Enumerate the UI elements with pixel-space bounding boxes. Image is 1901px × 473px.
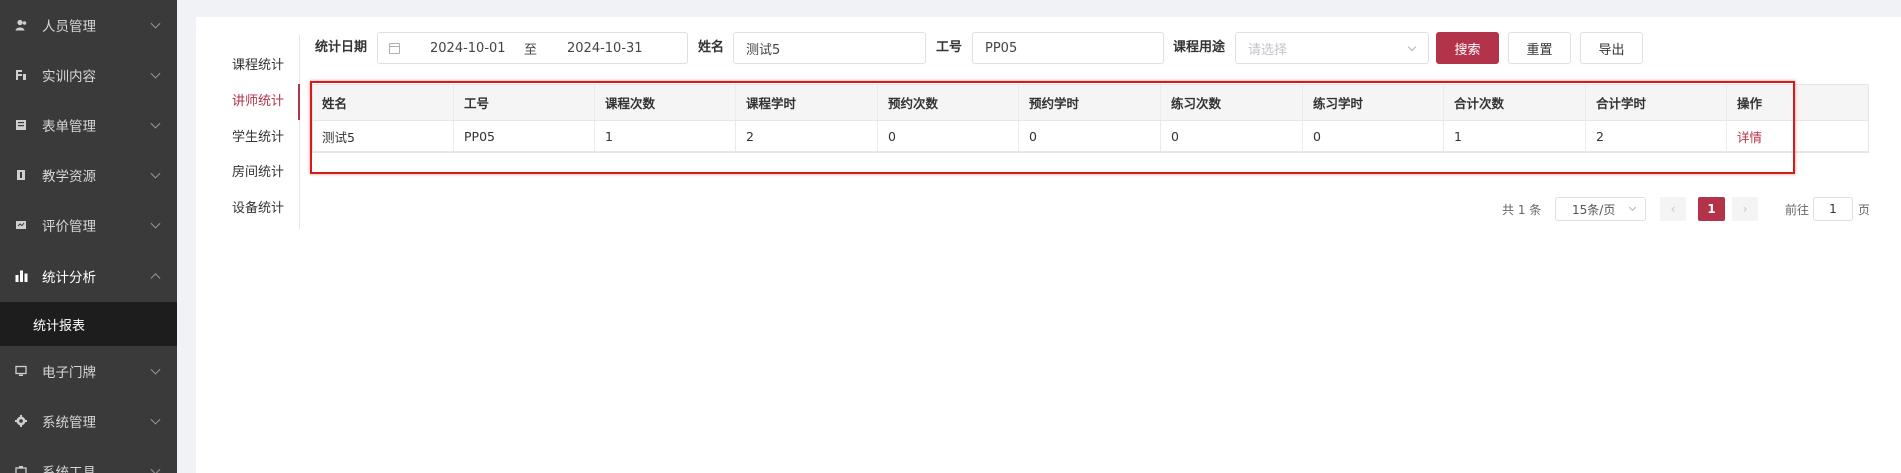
submenu-item-stat-report[interactable]: 统计报表 xyxy=(0,302,177,346)
sidebar: 人员管理 实训内容 表单管理 教学资源 评价管理 统计分析 统计报表 电子门牌 … xyxy=(0,0,177,473)
menu-item-resources[interactable]: 教学资源 xyxy=(0,150,177,200)
calendar-icon xyxy=(389,42,400,54)
name-value: 测试5 xyxy=(746,42,781,58)
menu-label: 系统管理 xyxy=(42,415,96,431)
user-icon xyxy=(14,18,28,32)
content-icon xyxy=(14,68,28,82)
subnav-room-stat[interactable]: 房间统计 xyxy=(232,155,300,191)
job-number-value: PP05 xyxy=(985,40,1018,56)
menu-label: 实训内容 xyxy=(42,69,96,85)
date-label: 统计日期 xyxy=(315,40,368,55)
name-input[interactable]: 测试5 xyxy=(733,32,926,64)
menu-item-evaluation[interactable]: 评价管理 xyxy=(0,200,177,250)
submenu-label: 统计报表 xyxy=(33,318,86,334)
menu-item-tools[interactable]: 系统工具 xyxy=(0,446,177,473)
form-icon xyxy=(14,118,28,132)
chevron-up-icon xyxy=(150,273,161,284)
subnav-student-stat[interactable]: 学生统计 xyxy=(232,120,300,156)
resource-icon xyxy=(14,168,28,182)
chevron-down-icon xyxy=(1628,203,1637,212)
page-number-current[interactable]: 1 xyxy=(1698,197,1725,221)
goto-page-input[interactable]: 1 xyxy=(1813,197,1853,221)
chevron-left-icon: ‹ xyxy=(1670,202,1676,216)
export-button[interactable]: 导出 xyxy=(1580,32,1643,64)
page-size-select[interactable]: 15条/页 xyxy=(1555,197,1646,221)
monitor-icon xyxy=(14,364,28,378)
chevron-down-icon xyxy=(150,414,161,425)
menu-item-door-sign[interactable]: 电子门牌 xyxy=(0,346,177,396)
menu-item-system[interactable]: 系统管理 xyxy=(0,396,177,446)
menu-label: 人员管理 xyxy=(42,19,96,35)
menu-label: 表单管理 xyxy=(42,119,96,135)
date-end[interactable]: 2024-10-31 xyxy=(567,41,643,56)
bar-chart-icon xyxy=(14,269,28,283)
goto-prefix: 前往 xyxy=(1785,202,1810,217)
date-start[interactable]: 2024-10-01 xyxy=(430,41,506,56)
next-page-button[interactable]: › xyxy=(1732,197,1758,221)
chevron-down-icon xyxy=(150,364,161,375)
job-number-input[interactable]: PP05 xyxy=(972,32,1164,64)
chevron-down-icon xyxy=(150,118,161,129)
menu-label: 评价管理 xyxy=(42,219,96,235)
pagination-total: 共 1 条 xyxy=(1502,202,1542,217)
evaluate-icon xyxy=(14,218,28,232)
usage-select[interactable]: 请选择 xyxy=(1235,32,1429,64)
highlight-annotation xyxy=(310,81,1795,174)
stat-subnav: 课程统计 讲师统计 学生统计 房间统计 设备统计 xyxy=(196,35,300,229)
chevron-down-icon xyxy=(150,464,161,473)
usage-label: 课程用途 xyxy=(1173,40,1226,55)
job-number-label: 工号 xyxy=(936,40,963,55)
chevron-down-icon xyxy=(150,218,161,229)
date-range-picker[interactable]: 2024-10-01 至 2024-10-31 xyxy=(377,32,688,64)
search-button[interactable]: 搜索 xyxy=(1436,32,1499,64)
subnav-lecturer-stat[interactable]: 讲师统计 xyxy=(232,84,300,120)
tool-icon xyxy=(14,464,28,473)
menu-item-statistics[interactable]: 统计分析 xyxy=(0,251,177,301)
gear-icon xyxy=(14,414,28,428)
menu-label: 统计分析 xyxy=(42,270,96,286)
active-indicator xyxy=(298,84,300,120)
menu-label: 教学资源 xyxy=(42,169,96,185)
prev-page-button[interactable]: ‹ xyxy=(1660,197,1686,221)
usage-placeholder: 请选择 xyxy=(1248,42,1288,58)
chevron-down-icon xyxy=(150,168,161,179)
menu-label: 电子门牌 xyxy=(42,365,96,381)
page-size-value: 15条/页 xyxy=(1572,202,1616,217)
chevron-down-icon xyxy=(150,68,161,79)
chevron-down-icon xyxy=(150,18,161,29)
subnav-course-stat[interactable]: 课程统计 xyxy=(232,48,300,84)
date-separator: 至 xyxy=(524,42,538,58)
goto-suffix: 页 xyxy=(1858,202,1871,217)
chevron-down-icon xyxy=(1407,42,1417,52)
menu-item-forms[interactable]: 表单管理 xyxy=(0,100,177,150)
menu-label: 系统工具 xyxy=(42,465,96,473)
menu-item-personnel[interactable]: 人员管理 xyxy=(0,0,177,50)
menu-item-training[interactable]: 实训内容 xyxy=(0,50,177,100)
reset-button[interactable]: 重置 xyxy=(1508,32,1571,64)
subnav-device-stat[interactable]: 设备统计 xyxy=(232,191,300,227)
chevron-right-icon: › xyxy=(1742,202,1748,216)
name-label: 姓名 xyxy=(698,40,725,55)
